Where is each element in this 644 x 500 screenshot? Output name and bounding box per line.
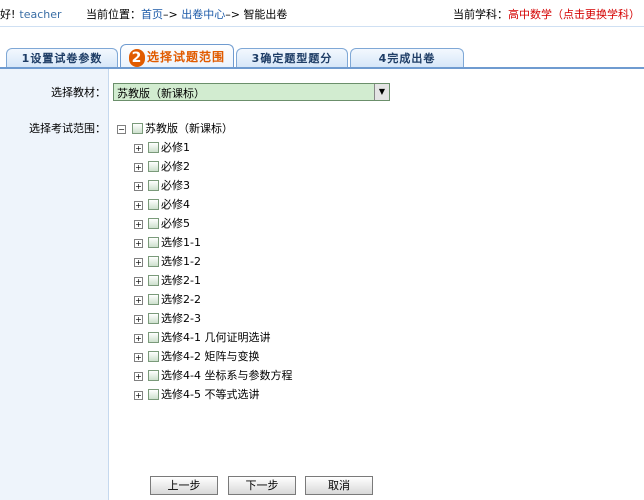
node-checkbox[interactable] (148, 161, 159, 172)
tree-node-label: 选修4-5 不等式选讲 (161, 388, 260, 401)
expand-icon[interactable]: + (134, 239, 143, 248)
expand-icon[interactable]: + (134, 163, 143, 172)
prev-button[interactable]: 上一步 (150, 476, 218, 495)
tree-node-label: 必修2 (161, 160, 190, 173)
change-subject-link[interactable]: （点击更换学科） (552, 8, 640, 21)
breadcrumb-home-link[interactable]: 首页 (141, 8, 163, 21)
breadcrumb-current: 智能出卷 (243, 8, 288, 21)
node-checkbox[interactable] (148, 218, 159, 229)
tree-root-label: 苏教版（新课标） (145, 122, 233, 135)
tree-node-label: 必修5 (161, 217, 190, 230)
expand-icon[interactable]: + (134, 201, 143, 210)
tree-node-label: 选修1-1 (161, 236, 201, 249)
node-checkbox[interactable] (148, 313, 159, 324)
subject-value: 高中数学 (508, 8, 552, 21)
tree-node-label: 必修4 (161, 198, 190, 211)
expand-icon[interactable]: + (134, 144, 143, 153)
top-info-bar: 好! teacher 当前位置：首页–> 出卷中心–> 智能出卷 当前学科：高中数… (0, 0, 644, 26)
root-checkbox[interactable] (132, 123, 143, 134)
cancel-button[interactable]: 取消 (305, 476, 373, 495)
collapse-icon[interactable]: − (117, 125, 126, 134)
tree-node-label: 选修2-3 (161, 312, 201, 325)
tree-node-label: 选修4-2 矩阵与变换 (161, 350, 260, 363)
tab-question-types[interactable]: 3确定题型题分 (236, 48, 348, 68)
tree-node-label: 选修4-4 坐标系与参数方程 (161, 369, 293, 382)
node-checkbox[interactable] (148, 142, 159, 153)
expand-icon[interactable]: + (134, 258, 143, 267)
textbook-label: 选择教材： (51, 86, 106, 99)
node-checkbox[interactable] (148, 237, 159, 248)
node-checkbox[interactable] (148, 351, 159, 362)
tab-finish[interactable]: 4完成出卷 (350, 48, 464, 68)
node-checkbox[interactable] (148, 256, 159, 267)
expand-icon[interactable]: + (134, 277, 143, 286)
tab-set-params[interactable]: 1设置试卷参数 (6, 48, 118, 68)
textbook-select[interactable]: 苏教版（新课标） ▼ (113, 83, 390, 101)
tree-node-label: 必修3 (161, 179, 190, 192)
tree-node-label: 必修1 (161, 141, 190, 154)
node-checkbox[interactable] (148, 275, 159, 286)
tab-select-range[interactable]: 2 选择试题范围 (120, 44, 234, 69)
expand-icon[interactable]: + (134, 353, 143, 362)
expand-icon[interactable]: + (134, 296, 143, 305)
range-label: 选择考试范围： (29, 122, 106, 135)
node-checkbox[interactable] (148, 294, 159, 305)
tree-node-label: 选修2-1 (161, 274, 201, 287)
tree-node-label: 选修4-1 几何证明选讲 (161, 331, 271, 344)
next-button[interactable]: 下一步 (228, 476, 296, 495)
tree-node-label: 选修1-2 (161, 255, 201, 268)
node-checkbox[interactable] (148, 389, 159, 400)
tree-node-label: 选修2-2 (161, 293, 201, 306)
step-number-badge: 2 (128, 48, 145, 67)
step-tabs: 1设置试卷参数 2 选择试题范围 3确定题型题分 4完成出卷 (0, 44, 644, 69)
current-subject: 当前学科：高中数学（点击更换学科） (453, 8, 640, 21)
divider (0, 26, 644, 27)
node-checkbox[interactable] (148, 370, 159, 381)
expand-icon[interactable]: + (134, 315, 143, 324)
node-checkbox[interactable] (148, 180, 159, 191)
textbook-select-value: 苏教版（新课标） (117, 87, 205, 100)
expand-icon[interactable]: + (134, 220, 143, 229)
node-checkbox[interactable] (148, 199, 159, 210)
dropdown-arrow-icon[interactable]: ▼ (374, 84, 389, 100)
username: teacher (19, 8, 62, 21)
breadcrumb-center-link[interactable]: 出卷中心 (181, 8, 225, 21)
expand-icon[interactable]: + (134, 372, 143, 381)
breadcrumb: 当前位置：首页–> 出卷中心–> 智能出卷 (86, 8, 288, 21)
expand-icon[interactable]: + (134, 182, 143, 191)
greeting: 好! teacher (0, 8, 62, 21)
expand-icon[interactable]: + (134, 334, 143, 343)
node-checkbox[interactable] (148, 332, 159, 343)
expand-icon[interactable]: + (134, 391, 143, 400)
